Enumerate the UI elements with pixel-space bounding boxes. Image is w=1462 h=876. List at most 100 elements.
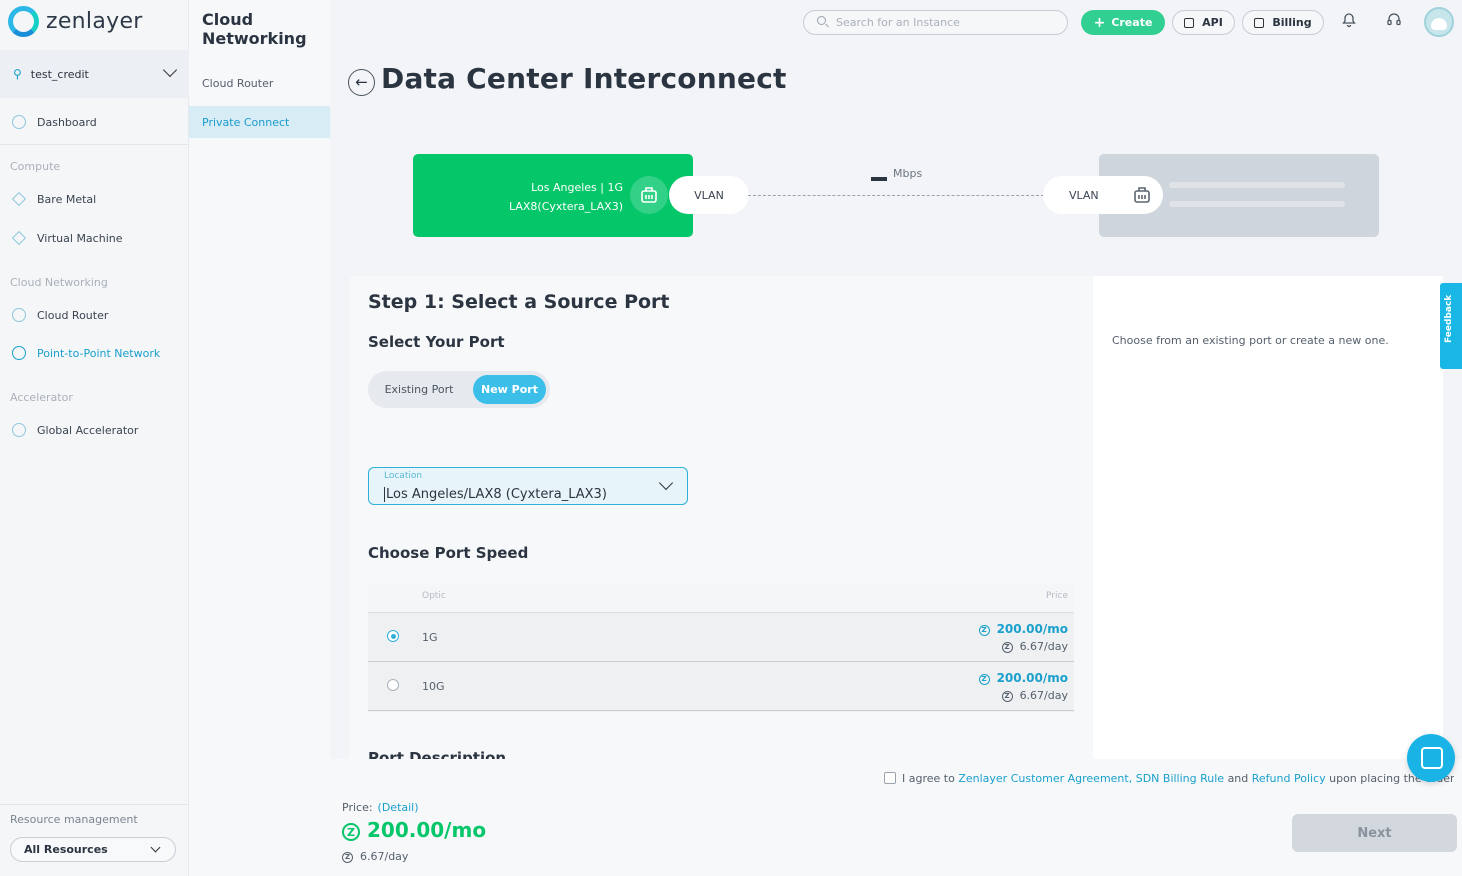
optic-value: 1G [422, 631, 438, 644]
next-button[interactable]: Next [1292, 814, 1457, 852]
refund-policy-link[interactable]: Refund Policy [1252, 772, 1326, 785]
table-header: Optic Price [368, 584, 1074, 613]
sidebar-item-label: Global Accelerator [37, 423, 139, 437]
building-icon [1123, 176, 1161, 214]
help-panel [1093, 276, 1443, 760]
table-row[interactable]: 1G Z 200.00/mo Z 6.67/day [368, 613, 1074, 662]
sidebar-item-dashboard[interactable]: Dashboard [0, 110, 189, 134]
radio-10g[interactable] [387, 679, 399, 691]
location-select[interactable]: Location Los Angeles/LAX8 (Cyxtera_LAX3) [368, 467, 688, 505]
sidebar-item-label: Point-to-Point Network [37, 346, 161, 360]
sidebar: zenlayer ⚲ test_credit Dashboard Compute… [0, 0, 189, 876]
search-input[interactable]: Search for an Instance [803, 10, 1068, 35]
group-compute: Compute [10, 160, 61, 173]
agree-checkbox[interactable] [884, 772, 896, 784]
sidebar-item-virtual-machine[interactable]: Virtual Machine [0, 226, 189, 250]
sidebar-item-bare-metal[interactable]: Bare Metal [0, 187, 189, 211]
headset-icon[interactable] [1383, 12, 1405, 34]
chevron-down-icon [162, 62, 178, 78]
sidebar-item-global-accelerator[interactable]: Global Accelerator [0, 418, 189, 442]
agree-and: and [1227, 772, 1249, 785]
speed-placeholder [871, 177, 887, 181]
avatar[interactable] [1424, 7, 1454, 37]
monthly-price-text: 200.00/mo [996, 622, 1068, 636]
chevron-down-icon [150, 842, 161, 853]
resource-select-value: All Resources [24, 843, 108, 856]
sidebar-item-label: Virtual Machine [37, 231, 123, 245]
account-switcher[interactable]: ⚲ test_credit [0, 50, 189, 98]
daily-price-text: 6.67/day [1019, 689, 1068, 702]
sidebar-item-point-to-point[interactable]: Point-to-Point Network [0, 341, 189, 365]
table-row[interactable]: 10G Z 200.00/mo Z 6.67/day [368, 662, 1074, 711]
daily-price: Z 6.67/day [1001, 689, 1068, 702]
location-label: Location [384, 471, 423, 481]
customer-agreement-link[interactable]: Zenlayer Customer Agreement, [958, 772, 1132, 785]
resource-select[interactable]: All Resources [10, 837, 176, 862]
total-price-text: 200.00/mo [367, 818, 487, 842]
select-port-heading: Select Your Port [368, 333, 505, 351]
step-title: Step 1: Select a Source Port [368, 291, 670, 313]
api-icon [1184, 17, 1195, 28]
price-detail-link[interactable]: (Detail) [378, 801, 419, 814]
connection-line [748, 195, 1044, 196]
port-speed-heading: Choose Port Speed [368, 544, 529, 562]
resource-management-label: Resource management [10, 813, 138, 826]
divider [0, 804, 189, 805]
header-optic: Optic [422, 591, 446, 601]
feedback-tab[interactable]: Feedback [1440, 283, 1462, 369]
placeholder-bar [1169, 182, 1345, 188]
total-price: Z 200.00/mo [342, 818, 486, 842]
subnav-item-private-connect[interactable]: Private Connect [189, 106, 330, 138]
coin-icon: Z [1001, 642, 1013, 653]
agreement: I agree to Zenlayer Customer Agreement, … [884, 772, 1454, 785]
subnav-item-cloud-router[interactable]: Cloud Router [189, 67, 330, 99]
price-label: Price: (Detail) [342, 801, 419, 814]
group-accelerator: Accelerator [10, 391, 73, 404]
coin-icon: Z [342, 823, 360, 841]
port-description-text: Port Description [368, 749, 507, 759]
bell-icon[interactable] [1338, 12, 1360, 34]
logo[interactable]: zenlayer [8, 6, 143, 37]
help-text: Choose from an existing port or create a… [1112, 334, 1389, 347]
cube-icon [11, 230, 27, 246]
header-price: Price [1046, 591, 1068, 601]
globe-icon [12, 423, 26, 437]
router-icon [12, 308, 26, 322]
sidebar-item-cloud-router[interactable]: Cloud Router [0, 303, 189, 327]
divider [0, 144, 189, 145]
new-port-option[interactable]: New Port [473, 375, 546, 404]
page-title: Data Center Interconnect [381, 62, 787, 95]
monthly-price-text: 200.00/mo [996, 671, 1068, 685]
daily-total: Z 6.67/day [342, 850, 408, 863]
vlan-left-badge: VLAN [669, 176, 749, 214]
sidebar-item-label: Cloud Router [37, 308, 109, 322]
chevron-down-icon [658, 475, 674, 491]
search-placeholder: Search for an Instance [836, 16, 960, 29]
port-speed-table: Optic Price 1G Z 200.00/mo Z 6.67/day 10G … [368, 584, 1074, 712]
sidebar-item-label: Dashboard [37, 115, 97, 129]
create-button[interactable]: + Create [1081, 10, 1165, 35]
vlan-right-label: VLAN [1069, 188, 1099, 202]
billing-rule-link[interactable]: SDN Billing Rule [1136, 772, 1224, 785]
source-location: Los Angeles | 1G [531, 181, 623, 194]
back-button[interactable]: ← [348, 69, 375, 96]
monthly-price: Z 200.00/mo [978, 671, 1068, 685]
logo-text: zenlayer [46, 9, 143, 34]
port-description-heading: Port Description [368, 748, 568, 759]
monthly-price: Z 200.00/mo [978, 622, 1068, 636]
arrow-left-icon: ← [355, 73, 368, 91]
coin-icon: Z [978, 625, 990, 636]
billing-icon [1254, 17, 1265, 28]
create-label: Create [1111, 16, 1153, 29]
chat-icon[interactable] [1407, 734, 1455, 782]
agree-prefix: I agree to [902, 772, 955, 785]
coin-icon: Z [342, 852, 353, 863]
api-button[interactable]: API [1172, 10, 1235, 35]
account-name: test_credit [30, 67, 89, 81]
billing-button[interactable]: Billing [1242, 10, 1324, 35]
source-endpoint-label: Los Angeles | 1G LAX8(Cyxtera_LAX3) [509, 178, 623, 216]
sidebar-item-label: Bare Metal [37, 192, 97, 206]
daily-price: Z 6.67/day [1001, 640, 1068, 653]
radio-1g[interactable] [387, 630, 399, 642]
existing-port-option[interactable]: Existing Port [372, 375, 466, 404]
